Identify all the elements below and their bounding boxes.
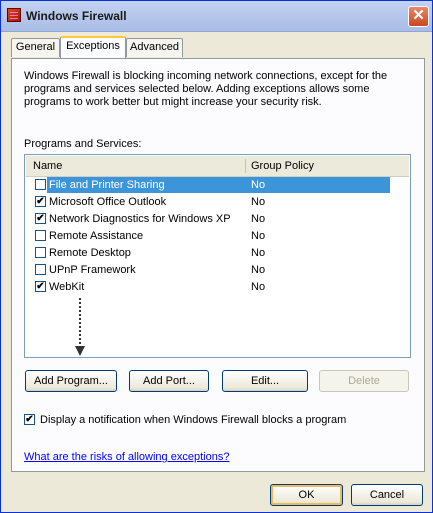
list-item-name: File and Printer Sharing [49, 179, 165, 191]
tab-general[interactable]: General [11, 38, 60, 57]
list-item-group-policy: No [251, 179, 266, 191]
title-bar[interactable]: Windows Firewall ✕ [1, 1, 432, 32]
tab-advanced[interactable]: Advanced [126, 38, 183, 57]
firewall-icon [7, 8, 21, 22]
tab-exceptions[interactable]: Exceptions [60, 36, 126, 58]
add-program-button[interactable]: Add Program... [25, 370, 117, 392]
add-port-button[interactable]: Add Port... [129, 370, 209, 392]
list-item-name: UPnP Framework [49, 264, 136, 276]
list-item[interactable]: File and Printer Sharing No [26, 177, 410, 194]
list-item[interactable]: UPnP Framework No [26, 262, 410, 279]
notify-label[interactable]: Display a notification when Windows Fire… [40, 414, 346, 426]
firewall-dialog: Windows Firewall ✕ General Exceptions Ad… [0, 0, 433, 513]
column-header-name[interactable]: Name [33, 160, 62, 172]
list-item-name: Microsoft Office Outlook [49, 196, 167, 208]
close-button[interactable]: ✕ [408, 6, 429, 27]
list-item-checkbox[interactable] [35, 179, 46, 190]
list-item-group-policy: No [251, 213, 266, 225]
list-item-group-policy: No [251, 230, 266, 242]
description-text: Windows Firewall is blocking incoming ne… [24, 70, 388, 108]
list-item[interactable]: ✔ WebKit No [26, 279, 410, 296]
list-item-group-policy: No [251, 196, 266, 208]
notify-checkbox[interactable]: ✔ [24, 414, 35, 425]
column-header-group-policy[interactable]: Group Policy [251, 160, 314, 172]
list-item-checkbox[interactable] [35, 247, 46, 258]
window-title: Windows Firewall [26, 9, 127, 23]
list-item-name: Remote Desktop [49, 247, 131, 259]
ok-button[interactable]: OK [270, 484, 343, 506]
list-item-name: Remote Assistance [49, 230, 144, 242]
list-item-group-policy: No [251, 247, 266, 259]
risks-link[interactable]: What are the risks of allowing exception… [24, 451, 229, 463]
cancel-button[interactable]: Cancel [351, 484, 423, 506]
dotted-arrow-icon [75, 298, 85, 356]
list-item-name: Network Diagnostics for Windows XP [49, 213, 231, 225]
delete-button[interactable]: Delete [319, 370, 409, 392]
list-item-checkbox[interactable]: ✔ [35, 281, 46, 292]
list-item[interactable]: ✔ Microsoft Office Outlook No [26, 194, 410, 211]
list-item[interactable]: Remote Desktop No [26, 245, 410, 262]
programs-services-label: Programs and Services: [24, 138, 142, 150]
column-separator[interactable] [245, 159, 246, 173]
list-item-name: WebKit [49, 281, 85, 293]
list-item[interactable]: ✔ Network Diagnostics for Windows XP No [26, 211, 410, 228]
list-item-checkbox[interactable]: ✔ [35, 213, 46, 224]
list-header: Name Group Policy [26, 156, 409, 177]
list-item-group-policy: No [251, 281, 266, 293]
list-item-checkbox[interactable] [35, 230, 46, 241]
list-item-checkbox[interactable]: ✔ [35, 196, 46, 207]
list-item-checkbox[interactable] [35, 264, 46, 275]
edit-button[interactable]: Edit... [222, 370, 308, 392]
list-item[interactable]: Remote Assistance No [26, 228, 410, 245]
list-item-group-policy: No [251, 264, 266, 276]
